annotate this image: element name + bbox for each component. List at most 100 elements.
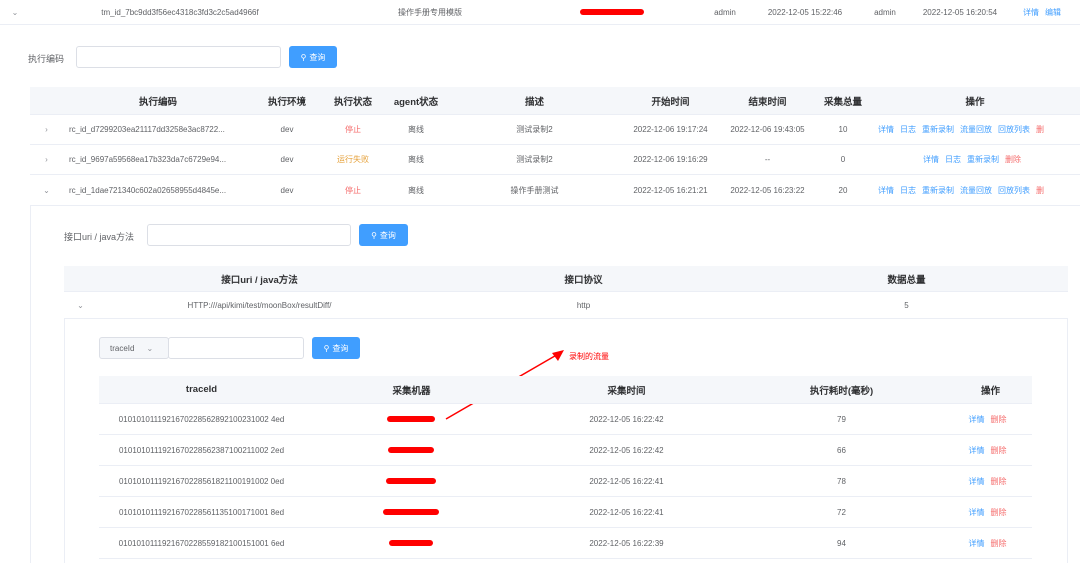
interface-uri: HTTP:///api/kimi/test/moonBox/resultDiff… [187, 300, 332, 310]
log-link[interactable]: 日志 [900, 125, 916, 134]
col-protocol: 接口协议 [564, 274, 603, 286]
modified-time: 2022-12-05 16:20:54 [922, 7, 998, 17]
row-end: -- [764, 155, 771, 164]
interface-table-header: 接口uri / java方法 接口协议 数据总量 [64, 266, 1068, 292]
chevron-right-icon[interactable]: › [30, 155, 63, 164]
col-status: 执行状态 [333, 96, 372, 108]
sub-search-label: 接口uri / java方法 [64, 232, 135, 242]
trace-search-button[interactable]: ⚲ 查询 [312, 337, 360, 359]
detail-link[interactable]: 详情 [1023, 8, 1039, 17]
delete-link[interactable]: 删除 [991, 508, 1007, 517]
delete-link[interactable]: 删 [1036, 125, 1044, 134]
redacted-field [530, 0, 700, 25]
row-status: 停止 [345, 125, 361, 134]
col-code: 执行编码 [138, 96, 177, 108]
row-desc: 测试录制2 [516, 155, 553, 164]
detail-link[interactable]: 详情 [969, 539, 985, 548]
interface-protocol: http [576, 300, 591, 310]
expand-icon[interactable]: ⌄ [0, 8, 30, 17]
trace-actions: 详情 删除 [949, 538, 1032, 549]
delete-link[interactable]: 删 [1036, 186, 1044, 195]
trace-id: 0101010111921670228559182100151001 6ed [118, 538, 285, 548]
chevron-right-icon[interactable]: › [30, 125, 63, 134]
row-agent: 离线 [408, 155, 424, 164]
trace-actions: 详情 删除 [949, 507, 1032, 518]
table-row: ⌄ rc_id_1dae721340c602a02658955d4845e...… [30, 175, 1080, 206]
chevron-down-icon[interactable]: ⌄ [30, 186, 63, 195]
log-link[interactable]: 日志 [900, 186, 916, 195]
search-label: 执行编码 [28, 54, 65, 64]
sub-search-button[interactable]: ⚲ 查询 [359, 224, 408, 246]
row-end: 2022-12-05 16:23:22 [730, 185, 805, 195]
rerecord-link[interactable]: 重新录制 [967, 155, 999, 164]
replay-link[interactable]: 流量回放 [960, 186, 992, 195]
delete-link[interactable]: 删除 [991, 477, 1007, 486]
rerecord-link[interactable]: 重新录制 [922, 125, 954, 134]
edit-link[interactable]: 编辑 [1045, 8, 1061, 17]
row-total: 0 [840, 155, 846, 164]
trace-row: 0101010111921670228561135100171001 8ed 20… [99, 497, 1032, 528]
chevron-down-icon: ⌄ [146, 343, 154, 353]
trace-time: 2022-12-05 16:22:41 [589, 476, 664, 486]
main-table-header: 执行编码 执行环境 执行状态 agent状态 描述 开始时间 结束时间 采集总量… [30, 87, 1080, 115]
col-trace-actions: 操作 [980, 385, 1000, 397]
row-code: rc_id_1dae721340c602a02658955d4845e... [69, 185, 227, 195]
delete-link[interactable]: 删除 [991, 415, 1007, 424]
execution-code-input[interactable] [76, 46, 281, 68]
trace-cost: 78 [837, 476, 846, 486]
template-row: ⌄ tm_id_7bc9dd3f56ec4318c3fd3c2c5ad4966f… [0, 0, 1080, 25]
chevron-down-icon[interactable]: ⌄ [64, 301, 97, 310]
delete-link[interactable]: 删除 [991, 539, 1007, 548]
col-total: 采集总量 [823, 96, 862, 108]
col-trace: traceId [185, 384, 218, 395]
detail-link[interactable]: 详情 [969, 415, 985, 424]
detail-link[interactable]: 详情 [878, 125, 894, 134]
col-machine: 采集机器 [392, 385, 431, 397]
row-end: 2022-12-06 19:43:05 [730, 125, 805, 134]
trace-row: 0101010111921670228559182100151001 6ed 20… [99, 528, 1032, 559]
detail-link[interactable]: 详情 [969, 477, 985, 486]
created-time: 2022-12-05 15:22:46 [767, 7, 843, 17]
row-agent: 离线 [408, 185, 424, 195]
trace-row: 0101010111921670228562892100231002 4ed 20… [99, 404, 1032, 435]
replay-list-link[interactable]: 回放列表 [998, 125, 1030, 134]
col-time: 采集时间 [607, 385, 646, 397]
row-status: 运行失败 [337, 155, 369, 164]
col-start: 开始时间 [651, 96, 690, 108]
table-row: › rc_id_9697a59568ea17b323da7c6729e94...… [30, 145, 1080, 175]
trace-row: 0101010111921670228562387100211002 2ed 20… [99, 435, 1032, 466]
col-agent: agent状态 [393, 96, 439, 108]
machine-redacted [304, 466, 519, 497]
detail-link[interactable]: 详情 [969, 508, 985, 517]
trace-id: 0101010111921670228561135100171001 8ed [118, 507, 285, 517]
row-actions: 详情 日志 重新录制 流量回放 回放列表删 [870, 124, 1080, 135]
trace-field-select[interactable]: traceId ⌄ [99, 337, 169, 359]
select-value: traceId [110, 343, 135, 353]
detail-link[interactable]: 详情 [969, 446, 985, 455]
row-env: dev [280, 125, 294, 134]
log-link[interactable]: 日志 [945, 155, 961, 164]
trace-actions: 详情 删除 [949, 414, 1032, 425]
row-actions: 详情 日志 重新录制 删除 [870, 154, 1080, 165]
row-code: rc_id_d7299203ea21117dd3258e3ac8722... [69, 125, 225, 134]
detail-link[interactable]: 详情 [878, 186, 894, 195]
interface-total: 5 [904, 300, 909, 310]
row-start: 2022-12-05 16:21:21 [633, 185, 708, 195]
col-env: 执行环境 [267, 96, 306, 108]
trace-time: 2022-12-05 16:22:39 [589, 538, 664, 548]
trace-cost: 66 [837, 445, 846, 455]
replay-list-link[interactable]: 回放列表 [998, 186, 1030, 195]
top-actions: 详情 编辑 [1010, 7, 1080, 18]
trace-time: 2022-12-05 16:22:41 [589, 507, 664, 517]
search-button[interactable]: ⚲ 查询 [289, 46, 337, 68]
replay-link[interactable]: 流量回放 [960, 125, 992, 134]
delete-link[interactable]: 删除 [1005, 155, 1021, 164]
trace-row: 0101010111921670228561821100191002 0ed 20… [99, 466, 1032, 497]
detail-link[interactable]: 详情 [923, 155, 939, 164]
interface-uri-input[interactable] [147, 224, 351, 246]
delete-link[interactable]: 删除 [991, 446, 1007, 455]
trace-id-input[interactable] [168, 337, 304, 359]
modifier: admin [874, 7, 896, 17]
search-icon: ⚲ [371, 230, 377, 240]
rerecord-link[interactable]: 重新录制 [922, 186, 954, 195]
